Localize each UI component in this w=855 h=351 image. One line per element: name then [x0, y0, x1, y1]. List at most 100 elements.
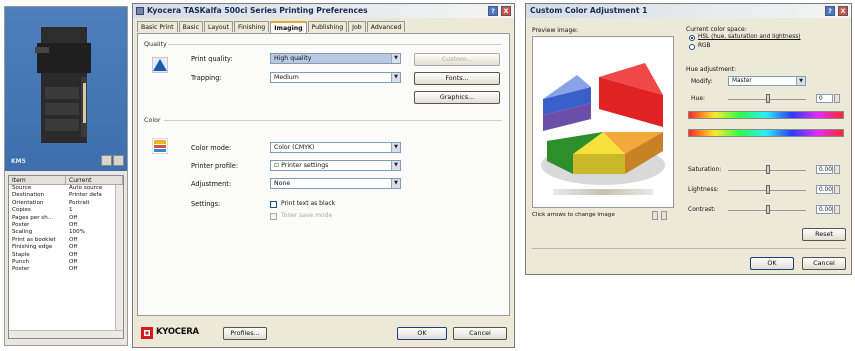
tab-basic-print[interactable]: Basic Print: [137, 21, 178, 32]
settings-label: Settings:: [191, 200, 221, 208]
table-row[interactable]: Copies 1: [9, 207, 123, 214]
pie-chart-preview-image: [541, 63, 665, 185]
color-ok-button[interactable]: OK: [750, 257, 794, 270]
table-cell-item: Poster: [12, 266, 30, 273]
tab-finishing[interactable]: Finishing: [234, 21, 270, 32]
color-divider: [164, 120, 502, 121]
cancel-button[interactable]: Cancel: [453, 327, 507, 340]
color-mode-icon: [152, 138, 168, 154]
hue-spectrum-bar: [688, 111, 844, 119]
imaging-tab-page: Quality Print quality: High quality ▼ Tra…: [137, 33, 510, 316]
table-cell-item: Pages per sh...: [12, 214, 54, 221]
rgb-radio[interactable]: [689, 44, 695, 50]
table-row[interactable]: Orientation Portrait: [9, 200, 123, 207]
saturation-label: Saturation:: [688, 166, 722, 173]
table-row[interactable]: Poster Off: [9, 222, 123, 229]
color-dialog-title: Custom Color Adjustment 1: [530, 6, 648, 15]
saturation-value-field[interactable]: 0.00: [816, 165, 833, 174]
hue-spin-icon[interactable]: [834, 94, 840, 103]
print-quality-label: Print quality:: [191, 55, 233, 63]
color-space-label: Current color space:: [686, 26, 747, 33]
contrast-value-field[interactable]: 0.00: [816, 205, 833, 214]
help-icon[interactable]: ?: [825, 6, 835, 16]
saturation-slider[interactable]: [766, 165, 770, 174]
custom-button[interactable]: Custom...: [414, 53, 500, 66]
modify-select[interactable]: Master ▼: [728, 76, 806, 86]
tab-publishing[interactable]: Publishing: [307, 21, 348, 32]
next-image-arrow-icon[interactable]: [661, 211, 667, 220]
adjusted-spectrum-bar: [688, 129, 844, 137]
toner-save-checkbox[interactable]: [270, 213, 277, 220]
lightness-value-field[interactable]: 0.00: [816, 185, 833, 194]
trapping-label: Trapping:: [191, 74, 222, 82]
lightness-spin-icon[interactable]: [834, 185, 840, 194]
tab-imaging[interactable]: Imaging: [270, 21, 307, 33]
close-icon[interactable]: X: [501, 6, 511, 16]
ok-button[interactable]: OK: [397, 327, 447, 340]
kyocera-logo-icon: [141, 327, 153, 339]
contrast-slider[interactable]: [766, 205, 770, 214]
color-cancel-button[interactable]: Cancel: [802, 257, 846, 270]
rgb-option-label: RGB: [698, 43, 711, 49]
vertical-scrollbar[interactable]: [115, 185, 123, 331]
saturation-spin-icon[interactable]: [834, 165, 840, 174]
horizontal-scrollbar[interactable]: [9, 330, 123, 338]
profiles-button[interactable]: Profiles...: [223, 327, 267, 340]
table-row[interactable]: Source Auto source: [9, 185, 123, 192]
tab-job[interactable]: Job: [348, 21, 366, 32]
table-row[interactable]: Punch Off: [9, 259, 123, 266]
modify-label: Modify:: [691, 78, 713, 85]
print-quality-select[interactable]: High quality ▼: [270, 53, 401, 64]
print-text-black-label: Print text as black: [281, 200, 336, 207]
hue-value-field[interactable]: 0: [816, 94, 833, 103]
trapping-select[interactable]: Medium ▼: [270, 72, 401, 83]
table-cell-item: Source: [12, 185, 32, 191]
lightness-label: Lightness:: [688, 186, 719, 193]
table-row[interactable]: Poster Off: [9, 266, 123, 273]
printer-icon: [136, 7, 144, 15]
printer-profile-select[interactable]: ⊡ Printer settings ▼: [270, 160, 401, 171]
tab-basic[interactable]: Basic: [178, 21, 203, 32]
hue-adjustment-label: Hue adjustment:: [686, 66, 737, 73]
table-row[interactable]: Finishing edge Off: [9, 244, 123, 251]
adjustment-select[interactable]: None ▼: [270, 178, 401, 189]
preview-mode-button[interactable]: [113, 155, 124, 166]
column-header-current[interactable]: Current: [66, 176, 123, 184]
close-icon[interactable]: X: [838, 6, 848, 16]
hsl-radio[interactable]: [689, 35, 695, 41]
table-cell-item: Staple: [12, 251, 30, 258]
fonts-button[interactable]: Fonts...: [414, 72, 500, 85]
model-label: KM5: [11, 158, 26, 165]
main-dialog-title: Kyocera TASKalfa 500ci Series Printing P…: [147, 6, 368, 15]
lightness-slider[interactable]: [766, 185, 770, 194]
quality-triangle-icon: [152, 57, 168, 73]
hsl-option-label: HSL (hue, saturation and lightness): [698, 34, 801, 40]
tab-layout[interactable]: Layout: [203, 21, 234, 32]
help-icon[interactable]: ?: [488, 6, 498, 16]
table-row[interactable]: Print as booklet Off: [9, 237, 123, 244]
previous-image-arrow-icon[interactable]: [652, 211, 658, 220]
hue-slider[interactable]: [766, 94, 770, 103]
graphics-button[interactable]: Graphics...: [414, 91, 500, 104]
preview-image-label: Preview image:: [532, 27, 578, 34]
tab-strip: Basic Print Basic Layout Finishing Imaging Pu…: [137, 21, 510, 33]
contrast-spin-icon[interactable]: [834, 205, 840, 214]
kyocera-logo: KYOCERA: [141, 326, 211, 340]
table-row[interactable]: Scaling 100%: [9, 229, 123, 236]
preview-shadow: [553, 189, 653, 195]
print-text-black-checkbox[interactable]: [270, 201, 277, 208]
column-header-item[interactable]: Item: [9, 176, 66, 184]
printer-preview-panel: KM5 Item Current Source Auto source Destin…: [4, 6, 128, 346]
table-row[interactable]: Staple Off: [9, 252, 123, 259]
printing-preferences-dialog: Kyocera TASKalfa 500ci Series Printing P…: [132, 3, 515, 348]
preview-toggle-button[interactable]: [101, 155, 112, 166]
toner-save-label: Toner save mode: [281, 212, 333, 219]
table-row[interactable]: Pages per sh... Off: [9, 215, 123, 222]
table-cell-item: Scaling: [12, 229, 33, 236]
quality-group-label: Quality: [144, 40, 167, 48]
settings-summary-table: Item Current Source Auto source Destinatio…: [8, 175, 124, 339]
table-row[interactable]: Destination Printer defa: [9, 192, 123, 199]
reset-button[interactable]: Reset: [802, 228, 846, 241]
color-mode-select[interactable]: Color (CMYK) ▼: [270, 142, 401, 153]
tab-advanced[interactable]: Advanced: [366, 21, 406, 32]
